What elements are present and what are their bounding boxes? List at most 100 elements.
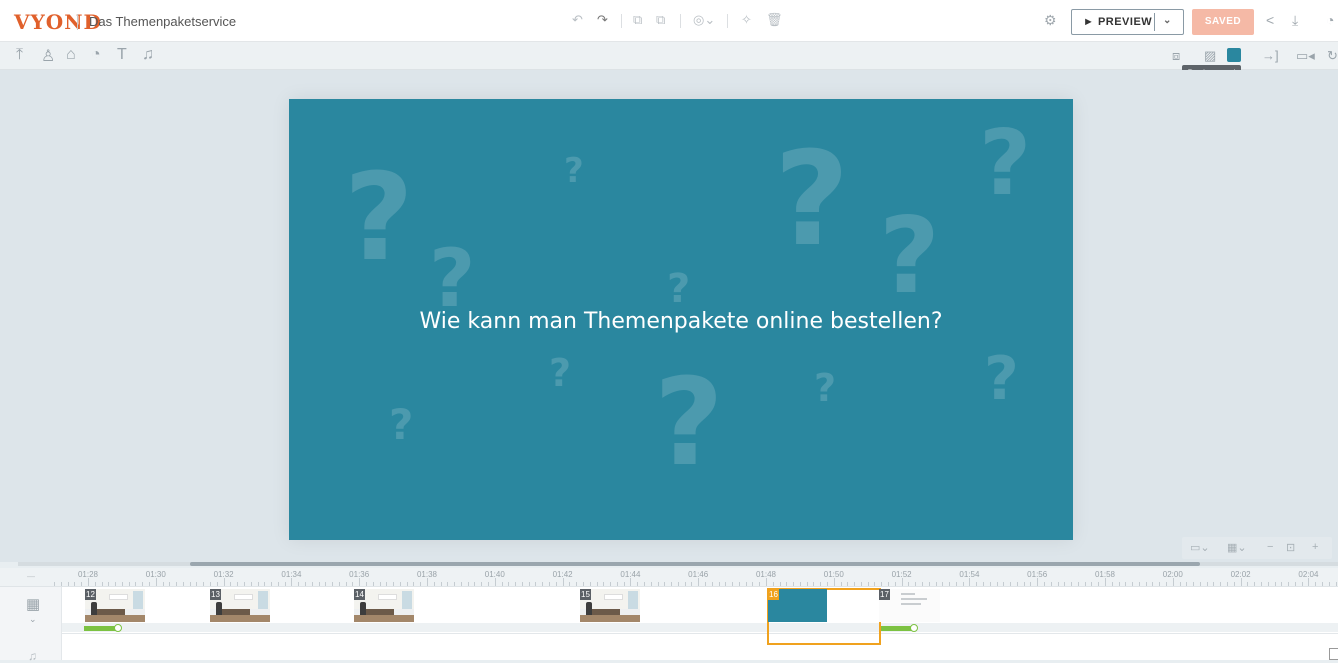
ruler-tick: [298, 582, 300, 586]
ruler-tick: [115, 582, 117, 586]
zoom-in-icon[interactable]: +: [1312, 541, 1318, 553]
ruler-tick: [149, 582, 151, 586]
text-icon[interactable]: T: [117, 46, 127, 64]
rotate-icon[interactable]: ↻: [1327, 48, 1338, 64]
grid-icon[interactable]: ▦⌄: [1227, 541, 1247, 554]
question-mark-decoration: ?: [814, 366, 837, 410]
scene-thumbnail[interactable]: 14: [354, 589, 414, 622]
ruler-tick: [311, 582, 313, 586]
scene-thumbnail[interactable]: 12: [85, 589, 145, 622]
divider: [62, 633, 1338, 634]
ruler-tick: [203, 582, 205, 586]
scrollbar-thumb[interactable]: [190, 562, 1200, 566]
ruler-tick: [671, 582, 673, 586]
scene-thumbnail[interactable]: 13: [210, 589, 270, 622]
ruler-tick: [833, 578, 835, 586]
ruler-tick: [928, 582, 930, 586]
ruler-tick: [616, 582, 618, 586]
paste-icon[interactable]: ⧉: [656, 12, 665, 28]
music-icon[interactable]: ♫: [142, 46, 154, 64]
question-mark-decoration: ?: [654, 354, 724, 493]
ruler-tick: [1071, 582, 1073, 586]
ruler-tick: [827, 582, 829, 586]
background-image-icon[interactable]: ▨: [1204, 48, 1216, 64]
ruler-tick: [962, 582, 964, 586]
upload-icon[interactable]: ⤒: [16, 46, 23, 64]
ruler-tick: [1166, 582, 1168, 586]
chevron-down-icon[interactable]: ⌄: [29, 614, 37, 625]
timeline-scrollbar[interactable]: [18, 562, 1338, 566]
ruler-tick: [1267, 582, 1269, 586]
settings-icon[interactable]: ⚙: [1044, 12, 1057, 29]
ruler-tick: [399, 582, 401, 586]
effects-icon[interactable]: ✧: [741, 12, 752, 28]
props-icon[interactable]: ⌂: [66, 46, 76, 64]
camera-icon[interactable]: ▭◂: [1296, 48, 1315, 64]
scene-thumbnail[interactable]: 16: [768, 589, 827, 622]
track-side-panel: ▦ ⌄ ♫: [0, 587, 62, 663]
audio-volume-knob[interactable]: [910, 624, 918, 632]
swap-template-icon[interactable]: ⧈: [1172, 48, 1180, 64]
project-title[interactable]: Das Themenpaketservice: [89, 14, 236, 29]
ruler-tick: [264, 582, 266, 586]
scene-thumbnail[interactable]: 15: [580, 589, 640, 622]
timeline-ruler[interactable]: — 01:28 01:30 01:32 01:34 01:36 01:38 01:40 01:…: [0, 568, 1338, 587]
help-icon[interactable]: ◔: [1326, 12, 1334, 28]
ruler-tick: [88, 578, 89, 586]
top-bar: VYOND Das Themenpaketservice ↶ ↷ ⧉ ⧉ ◎⌄ …: [0, 0, 1338, 42]
ruler-tick: [542, 582, 544, 586]
question-mark-decoration: ?: [429, 232, 476, 325]
scene-canvas[interactable]: ? ? ? ? ? ? ? ? ? ? ? ? Wie kann man The…: [289, 99, 1073, 540]
ruler-tick: [847, 582, 849, 586]
ruler-tick: [745, 582, 747, 586]
scenes-icon[interactable]: ▦: [26, 595, 40, 613]
enter-exit-icon[interactable]: →]: [1262, 48, 1279, 63]
ruler-tick: [799, 582, 801, 586]
ruler-tick: [860, 582, 862, 586]
ruler-tick: [1254, 582, 1256, 586]
ruler-tick: [1315, 582, 1317, 586]
ruler-tick: [698, 578, 700, 586]
fit-icon[interactable]: ⊡: [1286, 541, 1295, 554]
scene-thumbnail[interactable]: 17: [879, 589, 940, 622]
ruler-tick: [1145, 582, 1147, 586]
download-icon[interactable]: ⤓: [1292, 12, 1298, 29]
undo-icon[interactable]: ↶: [572, 12, 583, 28]
ruler-tick: [352, 582, 354, 586]
audio-volume-bar[interactable]: [84, 626, 118, 631]
ruler-tick: [447, 582, 449, 586]
ruler-tick: [94, 582, 96, 586]
ruler-tick: [684, 582, 686, 586]
saved-button[interactable]: SAVED: [1192, 9, 1254, 35]
background-color-swatch[interactable]: [1227, 48, 1241, 62]
preview-button[interactable]: ► PREVIEW ⌄: [1071, 9, 1184, 35]
share-icon[interactable]: <: [1266, 12, 1274, 28]
character-icon[interactable]: ♙: [41, 46, 55, 66]
thumbnail-screen: [604, 593, 624, 601]
thumbnail-line: [901, 603, 921, 605]
redo-icon[interactable]: ↷: [597, 12, 608, 28]
delete-icon[interactable]: 🗑: [766, 12, 783, 28]
ruler-tick: [379, 582, 381, 586]
ruler-tick: [1030, 582, 1032, 586]
panel-toggle[interactable]: [1329, 648, 1338, 660]
ruler-tick: [162, 582, 164, 586]
layers-icon[interactable]: ◎⌄: [693, 12, 715, 28]
caption-icon[interactable]: ▭⌄: [1190, 541, 1210, 554]
ruler-tick: [60, 582, 62, 586]
thumbnail-line: [901, 598, 927, 600]
ruler-tick: [427, 578, 428, 586]
ruler-tick: [1220, 582, 1222, 586]
music-track-icon[interactable]: ♫: [28, 649, 37, 663]
copy-icon[interactable]: ⧉: [633, 12, 642, 28]
ruler-tick: [813, 582, 815, 586]
preview-label: ► PREVIEW: [1083, 16, 1153, 28]
audio-volume-knob[interactable]: [114, 624, 122, 632]
scene-title-text[interactable]: Wie kann man Themenpakete online bestell…: [289, 309, 1073, 334]
chevron-down-icon[interactable]: ⌄: [1163, 15, 1171, 26]
ruler-tick: [128, 582, 130, 586]
question-mark-decoration: ?: [667, 266, 691, 312]
chart-icon[interactable]: ◔: [91, 46, 101, 64]
zoom-out-icon[interactable]: −: [1267, 541, 1273, 553]
ruler-tick: [759, 582, 761, 586]
